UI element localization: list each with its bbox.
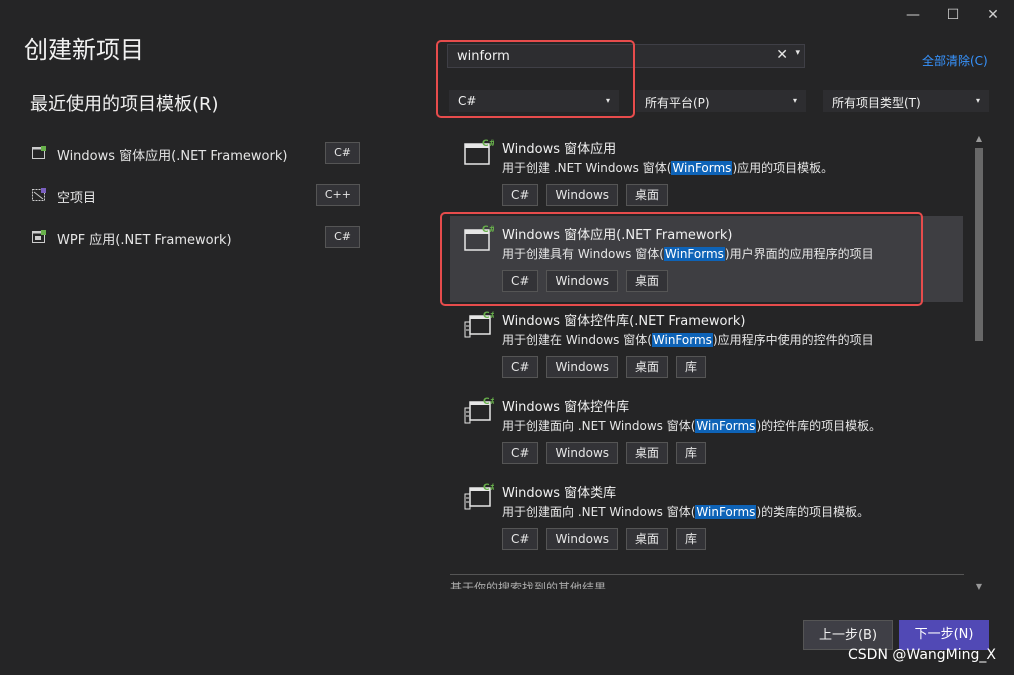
svg-text:C#: C# <box>483 311 494 321</box>
close-window-button[interactable]: ✕ <box>978 4 1008 26</box>
template-description: 用于创建 .NET Windows 窗体(WinForms)应用的项目模板。 <box>502 161 834 175</box>
template-result-item[interactable]: C# Windows 窗体控件库 用于创建面向 .NET Windows 窗体(… <box>450 388 963 474</box>
template-result-item[interactable]: C# Windows 窗体类库 用于创建面向 .NET Windows 窗体(W… <box>450 474 963 560</box>
minimize-button[interactable]: — <box>898 4 928 26</box>
template-name: Windows 窗体控件库 <box>502 400 630 415</box>
project-type-filter-value: 所有项目类型(T) <box>832 96 921 110</box>
template-tags: C# Windows 桌面 库 <box>502 356 707 378</box>
recent-template-item[interactable]: 空项目 C++ <box>30 183 360 209</box>
project-type-filter-dropdown[interactable]: 所有项目类型(T) ▾ <box>823 90 989 112</box>
tag-badge: Windows <box>546 442 619 464</box>
other-results-label: 基于你的搜索找到的其他结果 <box>450 581 607 589</box>
platform-filter-dropdown[interactable]: 所有平台(P) ▾ <box>636 90 806 112</box>
tag-badge: C# <box>502 442 539 464</box>
template-result-item[interactable]: C# Windows 窗体控件库(.NET Framework) 用于创建在 W… <box>450 302 963 388</box>
tag-badge: 桌面 <box>626 356 669 378</box>
next-button[interactable]: 下一步(N) <box>899 620 989 650</box>
tag-badge: C# <box>502 184 539 206</box>
tag-badge: 桌面 <box>626 442 669 464</box>
control-library-icon: C# <box>464 397 494 424</box>
tag-badge: Windows <box>546 356 619 378</box>
control-library-icon: C# <box>464 311 494 338</box>
recent-template-item[interactable]: WPF 应用(.NET Framework) C# <box>30 225 360 251</box>
winform-template-icon: C# <box>464 139 494 165</box>
maximize-icon: ☐ <box>946 7 960 23</box>
back-button[interactable]: 上一步(B) <box>803 620 893 650</box>
template-tags: C# Windows 桌面 <box>502 184 669 206</box>
close-icon: ✕ <box>987 7 999 23</box>
chevron-down-icon: ▾ <box>792 96 797 105</box>
clear-all-link[interactable]: 全部清除(C) <box>922 52 988 69</box>
tag-badge: 库 <box>676 528 707 550</box>
scrollbar-thumb[interactable] <box>975 148 983 341</box>
language-badge: C# <box>325 142 360 164</box>
template-tags: C# Windows 桌面 库 <box>502 442 707 464</box>
maximize-button[interactable]: ☐ <box>938 4 968 26</box>
recent-template-item[interactable]: Windows 窗体应用(.NET Framework) C# <box>30 141 360 167</box>
recent-template-label: 空项目 <box>57 191 97 206</box>
svg-text:C#: C# <box>482 139 494 149</box>
tag-badge: 库 <box>676 442 707 464</box>
winform-template-icon <box>32 146 46 159</box>
recent-template-label: Windows 窗体应用(.NET Framework) <box>57 149 288 164</box>
tag-badge: 桌面 <box>626 528 669 550</box>
svg-text:C#: C# <box>483 483 494 493</box>
watermark: CSDN @WangMing_X <box>848 647 996 663</box>
platform-filter-value: 所有平台(P) <box>645 96 710 110</box>
tag-badge: 库 <box>676 356 707 378</box>
template-description: 用于创建在 Windows 窗体(WinForms)应用程序中使用的控件的项目 <box>502 333 874 347</box>
minimize-icon: — <box>906 7 920 23</box>
recent-templates-heading: 最近使用的项目模板(R) <box>30 94 219 115</box>
class-library-icon: C# <box>464 483 494 510</box>
template-result-item[interactable]: C# Windows 窗体应用 用于创建 .NET Windows 窗体(Win… <box>450 130 963 216</box>
template-name: Windows 窗体应用 <box>502 142 617 157</box>
template-name: Windows 窗体控件库(.NET Framework) <box>502 314 746 329</box>
template-description: 用于创建面向 .NET Windows 窗体(WinForms)的类库的项目模板… <box>502 505 870 519</box>
template-name: Windows 窗体类库 <box>502 486 617 501</box>
language-badge: C++ <box>315 184 360 206</box>
annotation-box-search <box>436 40 635 118</box>
template-tags: C# Windows 桌面 库 <box>502 528 707 550</box>
tag-badge: 桌面 <box>626 184 669 206</box>
scroll-down-icon[interactable]: ▼ <box>973 582 985 591</box>
tag-badge: Windows <box>546 184 619 206</box>
recent-template-label: WPF 应用(.NET Framework) <box>57 233 232 248</box>
chevron-down-icon[interactable]: ▾ <box>795 48 800 58</box>
results-divider <box>450 574 964 575</box>
language-badge: C# <box>325 226 360 248</box>
tag-badge: C# <box>502 528 539 550</box>
chevron-down-icon: ▾ <box>975 96 980 105</box>
clear-search-icon[interactable]: ✕ <box>776 47 788 63</box>
page-title: 创建新项目 <box>24 36 144 64</box>
svg-text:C#: C# <box>483 397 494 407</box>
empty-project-icon <box>32 188 46 201</box>
tag-badge: Windows <box>546 528 619 550</box>
annotation-box-selected <box>440 212 923 306</box>
template-description: 用于创建面向 .NET Windows 窗体(WinForms)的控件库的项目模… <box>502 419 882 433</box>
wpf-template-icon <box>32 230 46 243</box>
scroll-up-icon[interactable]: ▲ <box>973 134 985 143</box>
tag-badge: C# <box>502 356 539 378</box>
